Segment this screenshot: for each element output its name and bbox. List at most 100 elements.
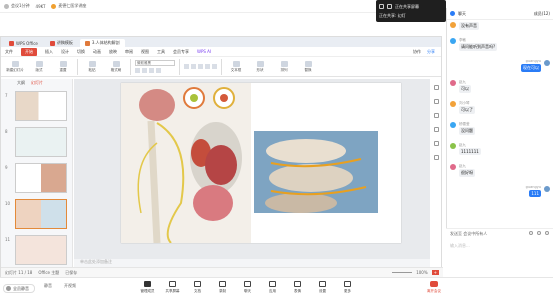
file-icon[interactable] <box>537 231 541 235</box>
menu-review[interactable]: 审阅 <box>125 49 133 55</box>
chat-input-field[interactable]: 输入消息... <box>450 243 549 249</box>
notes-area[interactable]: 单击此处添加备注 <box>74 259 430 267</box>
design-icon[interactable] <box>434 127 439 132</box>
avatar[interactable] <box>450 122 456 128</box>
replace-icon <box>304 60 312 67</box>
menu-transition[interactable]: 切换 <box>77 49 85 55</box>
indent-icon[interactable] <box>212 64 217 69</box>
zoom-in-button[interactable]: + <box>431 270 439 275</box>
tab-outline[interactable]: 大纲 <box>17 80 25 86</box>
shape-icon <box>256 60 264 67</box>
align-right-icon[interactable] <box>198 64 203 69</box>
layout-button[interactable]: 版式 <box>29 60 49 73</box>
avatar[interactable] <box>544 60 550 66</box>
avatar[interactable] <box>450 101 456 107</box>
avatar[interactable] <box>450 164 456 170</box>
menu-insert[interactable]: 插入 <box>45 49 53 55</box>
menu-home[interactable]: 开始 <box>21 47 37 56</box>
toolbar-item[interactable]: 表情 <box>288 281 307 294</box>
slide-thumbnail-selected[interactable] <box>15 199 67 229</box>
video-button[interactable]: 开视频 <box>64 283 76 289</box>
emoji-icon[interactable] <box>529 231 533 235</box>
avatar[interactable] <box>450 22 456 28</box>
chat-bubble: 请问能听到声音吗? <box>459 43 498 51</box>
underline-icon[interactable] <box>149 68 154 73</box>
menu-animation[interactable]: 动画 <box>93 49 101 55</box>
toolbar-item[interactable]: 设置 <box>313 281 332 294</box>
tab-template[interactable]: 讲稿模板 <box>45 39 78 47</box>
collab-button[interactable]: 协作 <box>413 49 421 55</box>
zoom-control[interactable]: 100% + <box>392 270 439 275</box>
menu-design[interactable]: 设计 <box>61 49 69 55</box>
mute-button[interactable]: 静音 <box>44 283 52 289</box>
menu-tools[interactable]: 工具 <box>157 49 165 55</box>
slide-thumbnail[interactable] <box>15 235 67 265</box>
tab-presentation[interactable]: 3.人体结构解剖 <box>79 39 125 47</box>
layout-icon <box>35 60 43 67</box>
comment-icon[interactable] <box>434 141 439 146</box>
toolbar-item[interactable]: 共享屏幕 <box>163 281 182 294</box>
slide-thumbnail[interactable] <box>15 91 67 121</box>
help-icon[interactable] <box>434 155 439 160</box>
format-painter-button[interactable]: 格式刷 <box>106 60 126 73</box>
divider <box>77 58 78 75</box>
font-select[interactable]: 微软雅黑 <box>135 60 175 66</box>
align-left-icon[interactable] <box>184 64 189 69</box>
member-count[interactable]: 成员(12) <box>534 11 550 17</box>
chat-input-area[interactable]: 发送至 会议中所有人 输入消息... <box>446 228 553 248</box>
property-icon[interactable] <box>434 85 439 90</box>
animation-icon[interactable] <box>434 99 439 104</box>
textbox-button[interactable]: 文本框 <box>226 60 246 73</box>
toolbar-item[interactable]: 录制 <box>213 281 232 294</box>
reset-button[interactable]: 重置 <box>53 60 73 73</box>
transition-icon[interactable] <box>434 113 439 118</box>
list-icon[interactable] <box>205 64 210 69</box>
reset-icon <box>59 60 67 67</box>
avatar[interactable] <box>544 186 550 192</box>
replace-button[interactable]: 替换 <box>298 60 318 73</box>
shape-button[interactable]: 形状 <box>250 60 270 73</box>
leave-meeting-button[interactable]: 离开会议 <box>424 281 444 294</box>
toolbar-icon <box>269 281 276 287</box>
toolbar-label: 聊天 <box>244 289 251 293</box>
slide-thumbnail[interactable] <box>15 163 67 193</box>
avatar[interactable] <box>450 80 456 86</box>
textbox-icon <box>232 60 240 67</box>
menu-wps-ai[interactable]: WPS AI <box>197 49 211 54</box>
share-button[interactable]: 分享 <box>427 49 435 55</box>
toolbar-item[interactable]: 文档 <box>188 281 207 294</box>
brush-icon <box>112 60 120 67</box>
toolbar-item[interactable]: 应用 <box>263 281 282 294</box>
toolbar-label: 应用 <box>269 289 276 293</box>
zoom-slider[interactable] <box>392 272 413 273</box>
slide-number: 9 <box>5 165 8 170</box>
arrange-button[interactable]: 排列 <box>274 60 294 73</box>
color-icon[interactable] <box>156 68 161 73</box>
current-slide[interactable] <box>121 83 401 244</box>
tab-slides[interactable]: 幻灯片 <box>31 80 43 86</box>
italic-icon[interactable] <box>142 68 147 73</box>
toolbar-item[interactable]: 管理成员 <box>138 281 157 294</box>
paste-button[interactable]: 粘贴 <box>82 60 102 73</box>
menu-member[interactable]: 会员专享 <box>173 49 189 55</box>
image-icon[interactable] <box>545 231 549 235</box>
clock-icon <box>4 3 9 9</box>
toolbar-item[interactable]: 更多 <box>338 281 357 294</box>
menu-file[interactable]: 文件 <box>5 49 13 55</box>
avatar[interactable] <box>450 38 456 44</box>
slide-number: 8 <box>5 129 8 134</box>
slide-thumbnail[interactable] <box>15 127 67 157</box>
menu-slideshow[interactable]: 放映 <box>109 49 117 55</box>
avatar[interactable] <box>450 143 456 149</box>
slide-number: 10 <box>5 201 11 206</box>
new-slide-button[interactable]: 新建幻灯片 <box>5 60 25 73</box>
bold-icon[interactable] <box>135 68 140 73</box>
tab-wps-office[interactable]: WPS Office <box>4 39 43 47</box>
align-center-icon[interactable] <box>191 64 196 69</box>
menu-view[interactable]: 视图 <box>141 49 149 55</box>
toolbar-item[interactable]: 聊天 <box>238 281 257 294</box>
mute-all-button[interactable]: 全员静音 <box>3 284 35 293</box>
toolbar-icon <box>169 281 176 287</box>
toolbar-label: 文档 <box>194 289 201 293</box>
share-screen-bar[interactable]: 正在共享屏幕 正在共享: 幻灯 <box>376 0 446 22</box>
